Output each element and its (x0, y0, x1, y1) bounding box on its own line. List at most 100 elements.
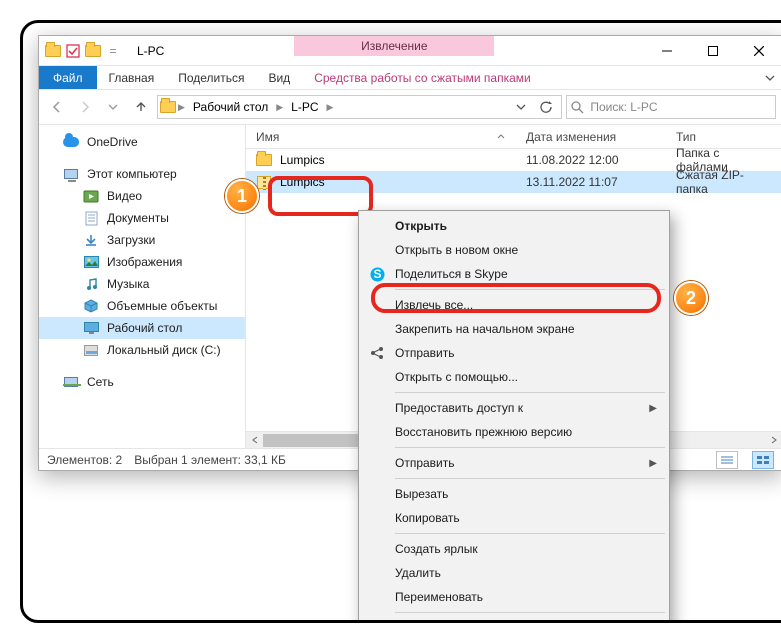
downloads-icon (83, 232, 99, 248)
nav-up-button[interactable] (129, 95, 153, 119)
tab-compressed-tools[interactable]: Средства работы со сжатыми папками (302, 66, 543, 89)
context-menu: Открыть Открыть в новом окне S Поделитьс… (358, 210, 670, 623)
ctx-separator (395, 533, 665, 534)
chevron-right-icon[interactable]: ▶ (276, 102, 283, 113)
column-label: Имя (256, 130, 279, 144)
ctx-label: Извлечь все... (395, 298, 473, 312)
breadcrumb-desktop[interactable]: Рабочий стол (187, 96, 274, 118)
tree-3d-objects[interactable]: Объемные объекты (39, 295, 245, 317)
ctx-separator (395, 612, 665, 613)
ctx-label: Предоставить доступ к (395, 401, 523, 415)
breadcrumb-label: L-PC (291, 100, 318, 114)
annotation-callout-1: 1 (225, 179, 259, 213)
ctx-open-new-window[interactable]: Открыть в новом окне (361, 238, 667, 262)
view-large-icons-button[interactable] (752, 451, 774, 469)
ribbon-expand-button[interactable] (758, 66, 781, 89)
ctx-give-access[interactable]: Предоставить доступ к▶ (361, 396, 667, 420)
music-icon (83, 276, 99, 292)
address-bar[interactable]: ▶ Рабочий стол ▶ L-PC ▶ (157, 95, 562, 119)
ctx-restore-previous[interactable]: Восстановить прежнюю версию (361, 420, 667, 444)
tree-desktop[interactable]: Рабочий стол (39, 317, 245, 339)
ctx-delete[interactable]: Удалить (361, 561, 667, 585)
ctx-extract-all[interactable]: Извлечь все... (361, 293, 667, 317)
svg-text:S: S (373, 267, 381, 281)
tree-videos[interactable]: Видео (39, 185, 245, 207)
search-placeholder: Поиск: L-PC (590, 100, 657, 114)
file-type: Сжатая ZIP-папка (666, 168, 781, 196)
ribbon-tabs: Файл Главная Поделиться Вид Средства раб… (39, 66, 781, 90)
view-details-button[interactable] (716, 451, 738, 469)
refresh-button[interactable] (534, 101, 559, 114)
ctx-open[interactable]: Открыть (361, 214, 667, 238)
scroll-left-button[interactable] (246, 432, 263, 449)
qat-checkbox-icon[interactable] (65, 43, 81, 59)
ctx-share-skype[interactable]: S Поделиться в Skype (361, 262, 667, 286)
column-date[interactable]: Дата изменения (516, 125, 666, 148)
breadcrumb-label: Рабочий стол (193, 100, 268, 114)
ctx-label: Свойства (395, 621, 448, 623)
column-type[interactable]: Тип (666, 125, 781, 148)
tree-label: Рабочий стол (107, 321, 182, 335)
tab-file[interactable]: Файл (39, 66, 97, 89)
tree-network[interactable]: Сеть (39, 371, 245, 393)
tree-label: Этот компьютер (87, 167, 177, 181)
tree-documents[interactable]: Документы (39, 207, 245, 229)
file-name: Lumpics (280, 153, 325, 167)
tree-local-disk[interactable]: Локальный диск (C:) (39, 339, 245, 361)
ctx-separator (395, 392, 665, 393)
tab-share[interactable]: Поделиться (166, 66, 256, 89)
qat-dropdown-icon[interactable]: = (105, 43, 121, 59)
tree-this-pc[interactable]: Этот компьютер (39, 163, 245, 185)
sort-indicator-icon (497, 133, 505, 141)
ctx-pin-start[interactable]: Закрепить на начальном экране (361, 317, 667, 341)
objects3d-icon (83, 298, 99, 314)
ctx-create-shortcut[interactable]: Создать ярлык (361, 537, 667, 561)
navigation-tree[interactable]: OneDrive Этот компьютер Видео Документы … (39, 125, 246, 448)
ctx-label: Поделиться в Skype (395, 267, 508, 281)
ctx-share[interactable]: Отправить (361, 341, 667, 365)
chevron-right-icon[interactable]: ▶ (327, 102, 334, 113)
tree-music[interactable]: Музыка (39, 273, 245, 295)
nav-back-button[interactable] (45, 95, 69, 119)
tree-downloads[interactable]: Загрузки (39, 229, 245, 251)
chevron-right-icon[interactable]: ▶ (178, 102, 185, 113)
tree-onedrive[interactable]: OneDrive (39, 131, 245, 153)
search-input[interactable]: Поиск: L-PC (566, 95, 776, 119)
tree-pictures[interactable]: Изображения (39, 251, 245, 273)
tree-label: Музыка (107, 277, 149, 291)
ctx-properties[interactable]: Свойства (361, 616, 667, 623)
ctx-label: Копировать (395, 511, 460, 525)
ctx-separator (395, 447, 665, 448)
title-bar: = L-PC Извлечение (39, 36, 781, 66)
breadcrumb-lpc[interactable]: L-PC (285, 96, 324, 118)
ctx-send-to[interactable]: Отправить▶ (361, 451, 667, 475)
window-title: L-PC (127, 36, 174, 65)
qat-folder-icon[interactable] (85, 43, 101, 59)
address-dropdown-icon[interactable] (510, 102, 532, 112)
ctx-cut[interactable]: Вырезать (361, 482, 667, 506)
contextual-tab-label: Извлечение (294, 36, 494, 56)
status-item-count: Элементов: 2 (47, 453, 122, 467)
tab-home[interactable]: Главная (97, 66, 167, 89)
close-button[interactable] (736, 36, 781, 66)
nav-recent-dropdown[interactable] (101, 95, 125, 119)
minimize-button[interactable] (644, 36, 690, 66)
nav-forward-button[interactable] (73, 95, 97, 119)
contextual-tab-header: Извлечение (294, 36, 494, 56)
zip-icon (256, 174, 272, 190)
ctx-rename[interactable]: Переименовать (361, 585, 667, 609)
ctx-copy[interactable]: Копировать (361, 506, 667, 530)
nav-bar: ▶ Рабочий стол ▶ L-PC ▶ Поиск: L-PC (39, 90, 781, 125)
folder-icon (256, 152, 272, 168)
search-icon (571, 101, 584, 114)
ctx-label: Отправить (395, 346, 455, 360)
ctx-label: Открыть с помощью... (395, 370, 518, 384)
maximize-button[interactable] (690, 36, 736, 66)
annotation-callout-2: 2 (674, 281, 708, 315)
scroll-right-button[interactable] (765, 432, 781, 449)
file-row-selected[interactable]: Lumpics 13.11.2022 11:07 Сжатая ZIP-папк… (246, 171, 781, 193)
ctx-open-with[interactable]: Открыть с помощью... (361, 365, 667, 389)
tab-view[interactable]: Вид (256, 66, 302, 89)
column-name[interactable]: Имя (246, 125, 516, 148)
tree-label: OneDrive (87, 135, 138, 149)
